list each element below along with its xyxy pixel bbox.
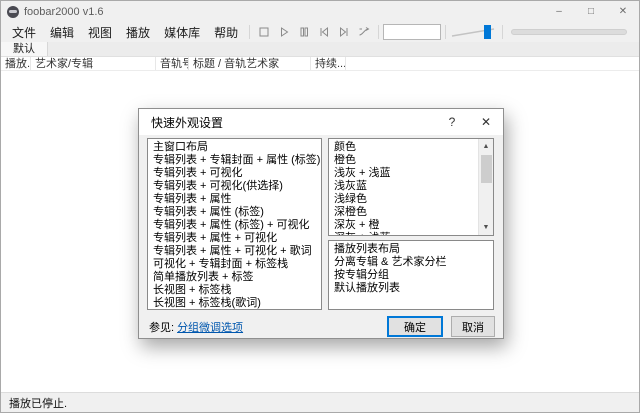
app-icon: [7, 6, 19, 18]
menubar: 文件编辑视图播放媒体库帮助: [5, 22, 245, 43]
maximize-button[interactable]: □: [575, 1, 607, 22]
dialog-titlebar: 快速外观设置 ? ✕: [139, 109, 503, 135]
pattern-input[interactable]: [383, 24, 441, 40]
main-layout-list[interactable]: 主窗口布局 专辑列表 + 专辑封面 + 属性 (标签) + 可视化 + 歌词专辑…: [147, 138, 322, 310]
playlist-tab-bar: 默认: [1, 42, 639, 57]
pause-button[interactable]: [294, 23, 314, 41]
color-option[interactable]: 深灰 + 橙: [329, 219, 478, 232]
next-icon: [338, 26, 350, 38]
main-layout-option[interactable]: 专辑列表 + 属性: [148, 193, 321, 206]
colors-list-header: 颜色: [329, 141, 478, 154]
color-option[interactable]: 浅绿色: [329, 193, 478, 206]
pause-icon: [298, 26, 310, 38]
stop-icon: [258, 26, 270, 38]
main-layout-option[interactable]: 长视图 + 标签栈(歌词): [148, 297, 321, 310]
main-layout-option[interactable]: 专辑列表 + 专辑封面 + 属性 (标签) + 可视化 + 歌词: [148, 154, 321, 167]
column-spacer: [346, 57, 639, 70]
color-option[interactable]: 浅灰 + 浅蓝: [329, 167, 478, 180]
toolbar-separator: [445, 25, 446, 39]
scroll-down-icon[interactable]: ▼: [479, 220, 493, 235]
main-layout-list-header: 主窗口布局: [148, 141, 321, 154]
main-layout-option[interactable]: 专辑列表 + 属性 (标签) + 可视化: [148, 219, 321, 232]
toolbar-separator: [502, 25, 503, 39]
color-option[interactable]: 橙色: [329, 154, 478, 167]
playlist-layout-option[interactable]: 默认播放列表: [329, 282, 493, 295]
color-option[interactable]: 深橙色: [329, 206, 478, 219]
menu-item[interactable]: 帮助: [207, 22, 245, 43]
playlist-column-header: 播放... 艺术家/专辑 音轨号 标题 / 音轨艺术家 持续...: [1, 57, 639, 71]
cancel-button[interactable]: 取消: [451, 316, 495, 337]
column-playing[interactable]: 播放...: [1, 57, 31, 70]
colors-scrollbar[interactable]: ▲ ▼: [478, 139, 493, 235]
dialog-titlebar-buttons: ? ✕: [435, 109, 503, 135]
toolbar-separator: [249, 25, 250, 39]
main-layout-option[interactable]: 专辑列表 + 属性 + 可视化: [148, 232, 321, 245]
dialog-bottom-row: 参见: 分组微调选项 确定 取消: [149, 316, 495, 337]
color-option[interactable]: 浅灰蓝: [329, 180, 478, 193]
scroll-thumb[interactable]: [481, 155, 492, 183]
dialog-buttons: 确定 取消: [387, 316, 495, 337]
main-layout-option[interactable]: 可视化 + 专辑封面 + 标签栈: [148, 258, 321, 271]
statusbar: 播放已停止.: [1, 392, 639, 412]
help-button[interactable]: ?: [435, 109, 469, 135]
column-duration[interactable]: 持续...: [311, 57, 346, 70]
dialog-title: 快速外观设置: [151, 114, 223, 131]
app-window: foobar2000 v1.6 – □ ✕ 文件编辑视图播放媒体库帮助 默认 播…: [0, 0, 640, 413]
volume-handle[interactable]: [484, 25, 491, 39]
previous-button[interactable]: [314, 23, 334, 41]
main-layout-option[interactable]: 专辑列表 + 可视化(供选择): [148, 180, 321, 193]
stop-button[interactable]: [254, 23, 274, 41]
status-text: 播放已停止.: [9, 395, 67, 411]
main-layout-option[interactable]: 简单播放列表 + 标签: [148, 271, 321, 284]
colors-list[interactable]: 颜色 橙色浅灰 + 浅蓝浅灰蓝浅绿色深橙色深灰 + 橙深灰 + 浅蓝 ▲ ▼: [328, 138, 494, 236]
menu-item[interactable]: 编辑: [43, 22, 81, 43]
seekbar[interactable]: [511, 29, 627, 35]
titlebar: foobar2000 v1.6 – □ ✕: [1, 1, 639, 22]
dialog-close-button[interactable]: ✕: [469, 109, 503, 135]
random-icon: [358, 26, 371, 38]
volume-slider[interactable]: [450, 23, 498, 41]
previous-icon: [318, 26, 330, 38]
playlist-layout-option[interactable]: 按专辑分组: [329, 269, 493, 282]
window-controls: – □ ✕: [543, 1, 639, 22]
next-button[interactable]: [334, 23, 354, 41]
see-also-label: 参见:: [149, 319, 174, 335]
tab-default[interactable]: 默认: [1, 42, 48, 56]
random-button[interactable]: [354, 23, 374, 41]
menu-item[interactable]: 文件: [5, 22, 43, 43]
window-title: foobar2000 v1.6: [24, 6, 104, 18]
menu-toolbar-row: 文件编辑视图播放媒体库帮助: [1, 22, 639, 42]
column-track-number[interactable]: 音轨号: [156, 57, 189, 70]
quick-appearance-dialog: 快速外观设置 ? ✕ 主窗口布局 专辑列表 + 专辑封面 + 属性 (标签) +…: [138, 108, 504, 339]
column-title-track-artist[interactable]: 标题 / 音轨艺术家: [189, 57, 311, 70]
column-artist-album[interactable]: 艺术家/专辑: [31, 57, 156, 70]
play-button[interactable]: [274, 23, 294, 41]
playlist-layout-list[interactable]: 播放列表布局 分离专辑 & 艺术家分栏按专辑分组默认播放列表: [328, 240, 494, 310]
menu-item[interactable]: 播放: [119, 22, 157, 43]
playlist-layout-list-header: 播放列表布局: [329, 243, 493, 256]
color-option[interactable]: 深灰 + 浅蓝: [329, 232, 478, 236]
grouping-options-link[interactable]: 分组微调选项: [177, 319, 243, 335]
playlist-layout-option[interactable]: 分离专辑 & 艺术家分栏: [329, 256, 493, 269]
main-layout-option[interactable]: 专辑列表 + 属性 + 可视化 + 歌词: [148, 245, 321, 258]
ok-button[interactable]: 确定: [387, 316, 443, 337]
close-button[interactable]: ✕: [607, 1, 639, 22]
toolbar-separator: [378, 25, 379, 39]
menu-item[interactable]: 媒体库: [157, 22, 207, 43]
main-layout-option[interactable]: 专辑列表 + 可视化: [148, 167, 321, 180]
scroll-up-icon[interactable]: ▲: [479, 139, 493, 154]
menu-item[interactable]: 视图: [81, 22, 119, 43]
play-icon: [278, 26, 290, 38]
minimize-button[interactable]: –: [543, 1, 575, 22]
main-layout-option[interactable]: 长视图 + 标签栈: [148, 284, 321, 297]
main-layout-option[interactable]: 专辑列表 + 属性 (标签): [148, 206, 321, 219]
